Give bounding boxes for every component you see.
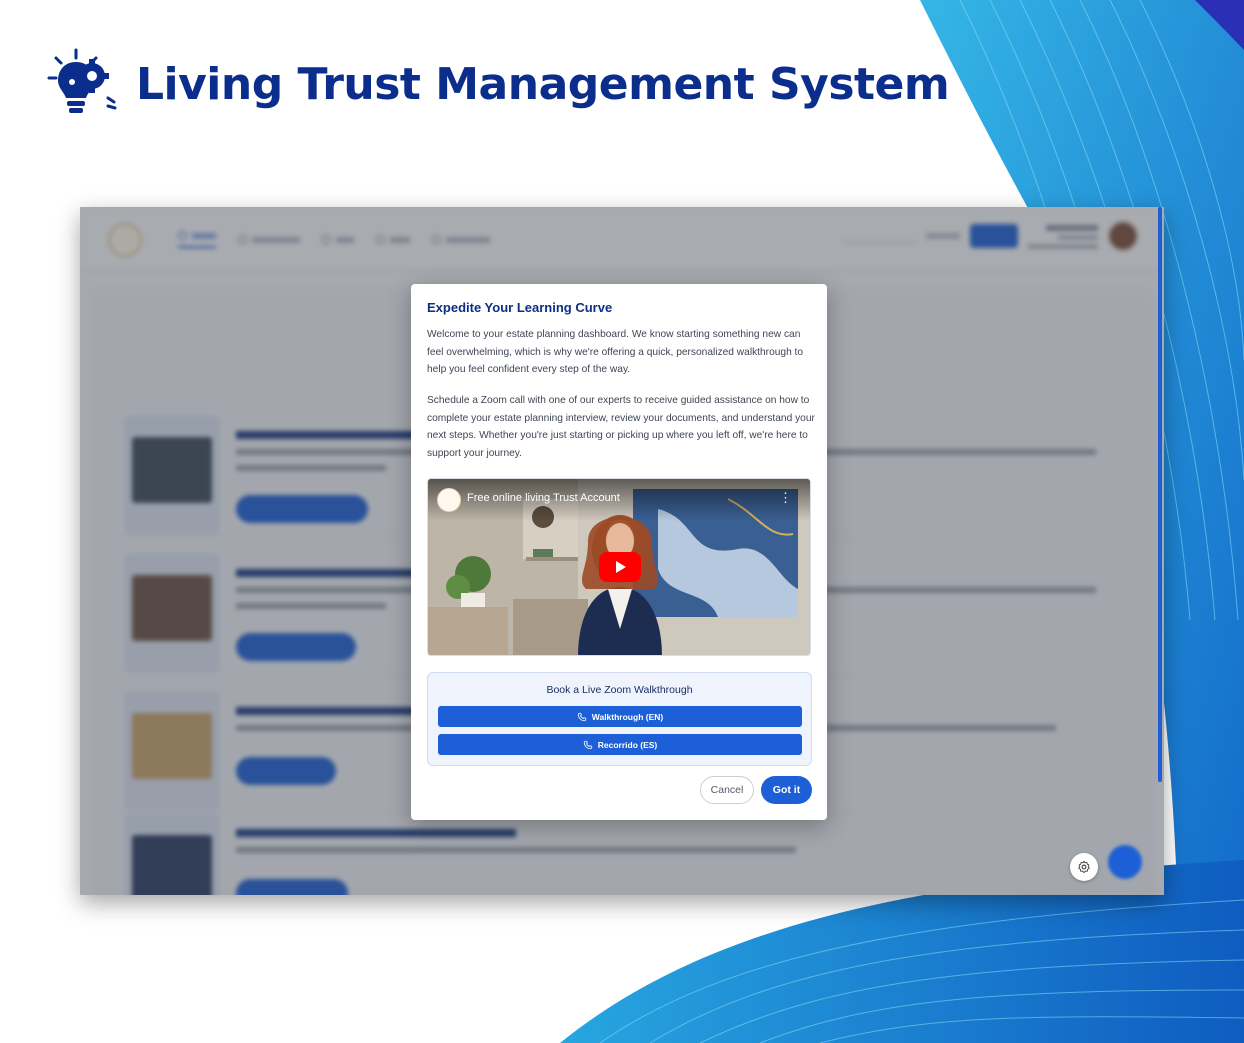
phone-icon [583,740,592,749]
gear-icon [1078,860,1090,873]
booking-title: Book a Live Zoom Walkthrough [546,684,693,696]
learning-curve-modal: Expedite Your Learning Curve Welcome to … [411,284,827,820]
cancel-button[interactable]: Cancel [700,776,754,804]
video-title[interactable]: Free online living Trust Account [467,492,620,504]
youtube-play-icon[interactable] [599,552,641,582]
booking-panel: Book a Live Zoom Walkthrough Walkthrough… [427,672,812,766]
modal-title: Expedite Your Learning Curve [427,300,613,315]
youtube-video-player[interactable]: Free online living Trust Account ⋮ [427,478,811,656]
brand-title: Living Trust Management System [136,58,950,110]
phone-icon [577,712,586,721]
walkthrough-es-label: Recorrido (ES) [597,739,658,750]
walkthrough-es-button[interactable]: Recorrido (ES) [438,734,802,755]
modal-schedule-text: Schedule a Zoom call with one of our exp… [427,395,815,459]
brand-header: Living Trust Management System [46,44,950,124]
modal-intro-text: Welcome to your estate planning dashboar… [427,329,804,375]
lightbulb-gear-icon [47,48,117,113]
walkthrough-en-label: Walkthrough (EN) [591,711,664,722]
page-scrollbar[interactable] [1158,207,1162,782]
chat-button[interactable] [1108,845,1142,879]
channel-avatar[interactable] [437,488,461,512]
kebab-menu-icon[interactable]: ⋮ [779,491,792,504]
got-it-button[interactable]: Got it [761,776,812,804]
settings-button[interactable] [1070,853,1098,881]
walkthrough-en-button[interactable]: Walkthrough (EN) [438,706,802,727]
